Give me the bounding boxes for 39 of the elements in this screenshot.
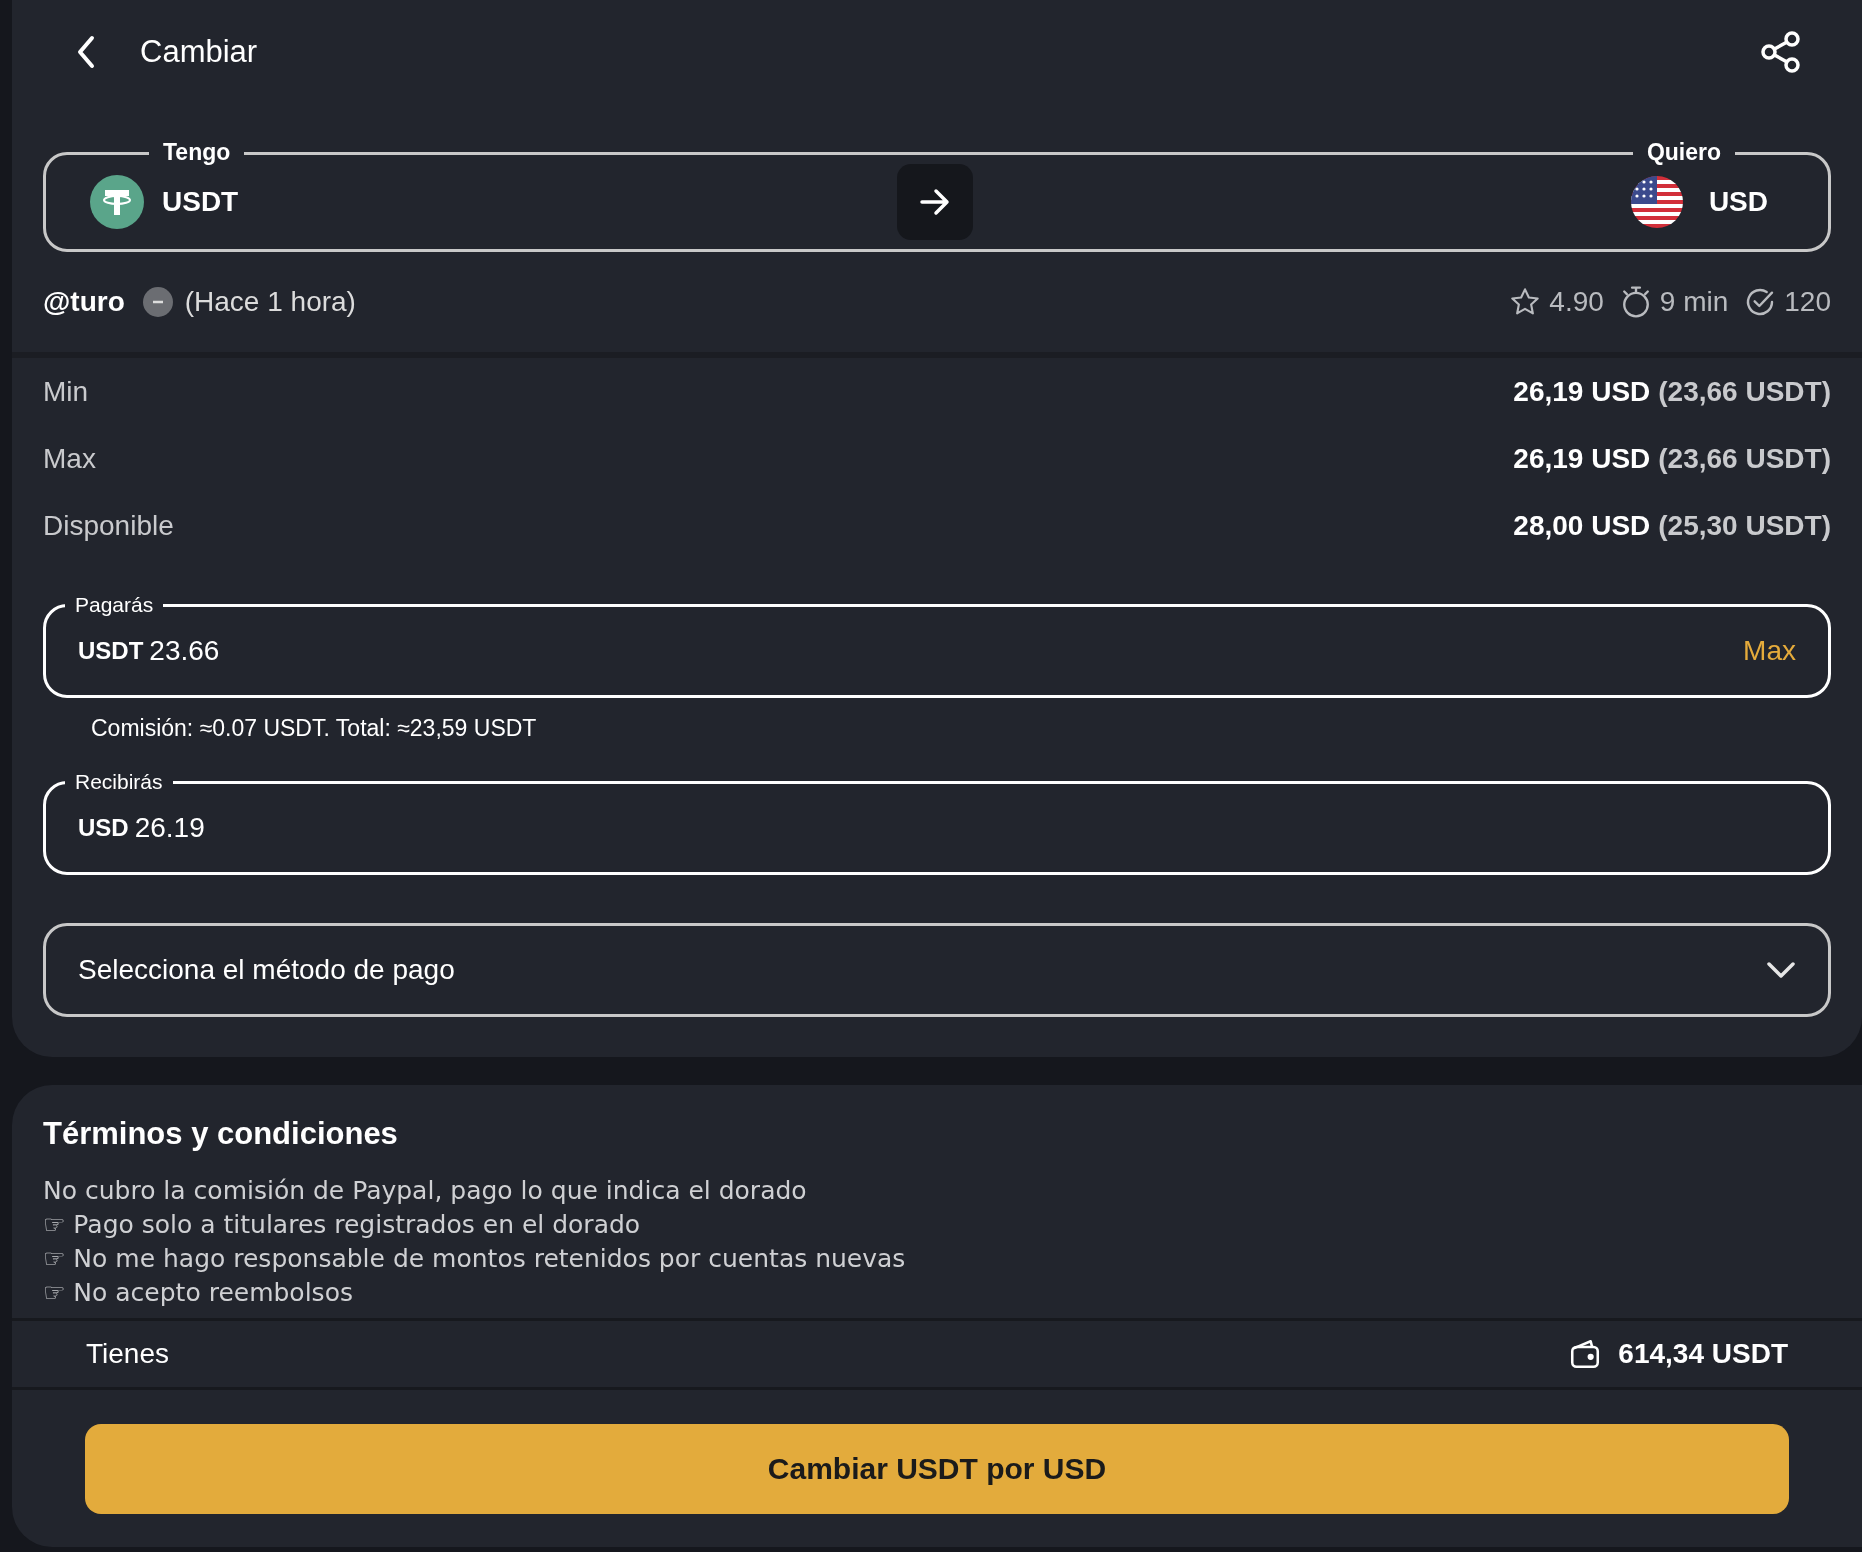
limit-amount: 26,19 USD [1513, 441, 1651, 476]
share-icon[interactable] [1760, 31, 1802, 73]
response-time: 9 min [1659, 285, 1729, 319]
terms-text: ☞ No acepto reembolsos [43, 1276, 354, 1309]
balance-amount: 614,34 USDT [1618, 1336, 1788, 1371]
page-title: Cambiar [140, 32, 258, 71]
seller-name[interactable]: @turo [43, 281, 125, 323]
limit-amount: 26,19 USD [1513, 374, 1651, 409]
chevron-down-icon [1766, 961, 1796, 979]
pay-amount: 23.66 [149, 634, 220, 668]
rating: 4.90 [1549, 285, 1604, 319]
max-button[interactable]: Max [1743, 630, 1796, 672]
limit-label: Min [43, 374, 89, 409]
flag-icon [1630, 176, 1683, 228]
last-seen: (Hace 1 hora) [184, 285, 356, 319]
fee-text: Comisión: ≈0.07 USDT. Total: ≈23,59 USDT [90, 713, 538, 743]
status-icon [142, 287, 173, 317]
limit-label: Disponible [43, 508, 174, 543]
exchange-button[interactable]: Cambiar USDT por USD [85, 1423, 1789, 1514]
balance-label: Tienes [86, 1336, 169, 1371]
currency-code: USD [1708, 185, 1768, 219]
arrow-right-icon [918, 188, 951, 216]
limit-amount: 28,00 USD [1513, 508, 1651, 543]
limit-converted: (23,66 USDT) [1658, 374, 1831, 409]
currency-code: USDT [162, 185, 239, 219]
terms-text: ☞ Pago solo a titulares registrados en el dorado [43, 1208, 642, 1241]
terms-title: Términos y condiciones [43, 1115, 399, 1153]
limit-converted: (23,66 USDT) [1658, 441, 1831, 476]
payment-method-select[interactable]: Selecciona el método de pago [43, 923, 1831, 1017]
terms-text: No cubro la comisión de Paypal, pago lo que indica el dorado [43, 1174, 808, 1207]
receive-amount: 26.19 [134, 811, 205, 845]
tether-icon [90, 175, 144, 229]
limit-converted: (25,30 USDT) [1658, 508, 1831, 543]
currency-code: USD [78, 813, 129, 843]
currency-code: USDT [78, 636, 144, 666]
trade-count: 120 [1784, 285, 1831, 319]
direction-button[interactable] [896, 164, 973, 240]
terms-text: ☞ No me hago responsable de montos retenidos por cuentas nuevas [43, 1242, 907, 1275]
limit-label: Max [43, 441, 96, 476]
